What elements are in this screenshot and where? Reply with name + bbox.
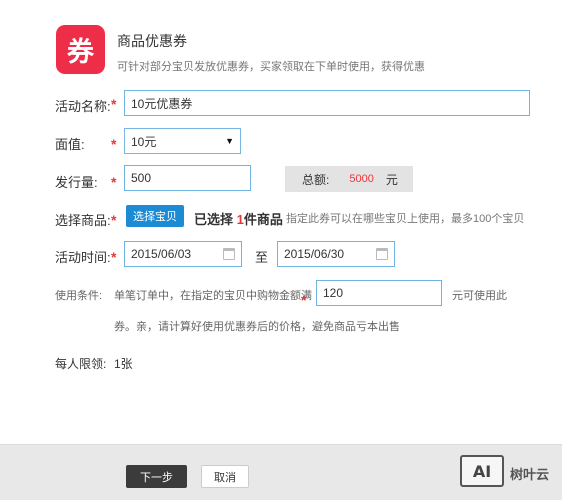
activity-name-row: 活动名称: * 10元优惠券 [55,89,555,119]
start-date-input[interactable]: 2015/06/03 [124,241,242,267]
condition-amount-input[interactable]: 120 [316,280,442,306]
selected-count: 1 [236,212,244,227]
required-mark: * [111,136,117,152]
total-label: 总额: [302,172,330,187]
selected-prefix: 已选择 [194,212,234,227]
cancel-button[interactable]: 取消 [201,465,249,488]
condition-label: 使用条件: [55,290,103,302]
face-value-row: 面值: * 10元 ▼ [55,127,555,157]
condition-text-before: 单笔订单中，在指定的宝贝中购物金额满 [114,290,312,302]
selected-suffix: 件商品 [243,212,283,227]
total-value: 5000 [349,173,374,185]
condition-amount-value: 120 [323,286,344,300]
quantity-value: 500 [131,171,152,185]
watermark: AI 树叶云 [460,455,560,491]
select-products-button[interactable]: 选择宝贝 [126,205,184,227]
watermark-logo-icon: AI [460,455,504,487]
required-mark: * [111,249,117,265]
total-amount-box: 总额: 5000 元 [285,166,413,192]
products-row: 选择商品: * 选择宝贝 已选择 1件商品 指定此券可以在哪些宝贝上使用，最多1… [55,205,555,235]
face-value-selected: 10元 [131,134,157,149]
required-mark: * [301,292,307,308]
next-step-button[interactable]: 下一步 [126,465,187,488]
total-unit: 元 [385,172,398,187]
products-hint: 指定此券可以在哪些宝贝上使用，最多100个宝贝 [286,213,525,225]
page-title: 商品优惠券 [117,33,187,49]
face-value-select[interactable]: 10元 ▼ [124,128,241,154]
page-header: 券 商品优惠券 可针对部分宝贝发放优惠券，买家领取在下单时使用，获得优惠 [56,25,546,75]
activity-name-input[interactable]: 10元优惠券 [124,90,530,116]
activity-name-value: 10元优惠券 [131,96,193,111]
limit-value: 1张 [114,357,133,371]
required-mark: * [111,96,117,112]
end-date-value: 2015/06/30 [284,247,345,261]
page-description: 可针对部分宝贝发放优惠券，买家领取在下单时使用，获得优惠 [117,61,425,73]
watermark-brand: 树叶云 [510,467,550,482]
condition-text-line2: 券。亲，请计算好使用优惠券后的价格，避免商品亏本出售 [114,321,400,333]
limit-label: 每人限领: [55,357,107,371]
quantity-row: 发行量: * 500 总额: 5000 元 [55,165,555,195]
period-label: 活动时间: [55,250,111,265]
condition-text-after: 元可使用此 [452,290,507,302]
face-value-label: 面值: [55,137,85,152]
selected-products-summary: 已选择 1件商品 [194,209,283,228]
activity-name-label: 活动名称: [55,99,111,114]
quantity-input[interactable]: 500 [124,165,251,191]
date-separator: 至 [255,250,269,265]
coupon-icon: 券 [56,25,105,74]
calendar-icon[interactable] [223,248,235,260]
quantity-label: 发行量: [55,175,98,190]
start-date-value: 2015/06/03 [131,247,192,261]
footer-bar: 下一步 取消 AI 树叶云 [0,444,562,500]
required-mark: * [111,212,117,228]
products-label: 选择商品: [55,213,111,228]
required-mark: * [111,174,117,190]
calendar-icon[interactable] [376,248,388,260]
dropdown-caret-icon: ▼ [225,136,234,146]
end-date-input[interactable]: 2015/06/30 [277,241,395,267]
period-row: 活动时间: * 2015/06/03 至 2015/06/30 [55,240,555,270]
